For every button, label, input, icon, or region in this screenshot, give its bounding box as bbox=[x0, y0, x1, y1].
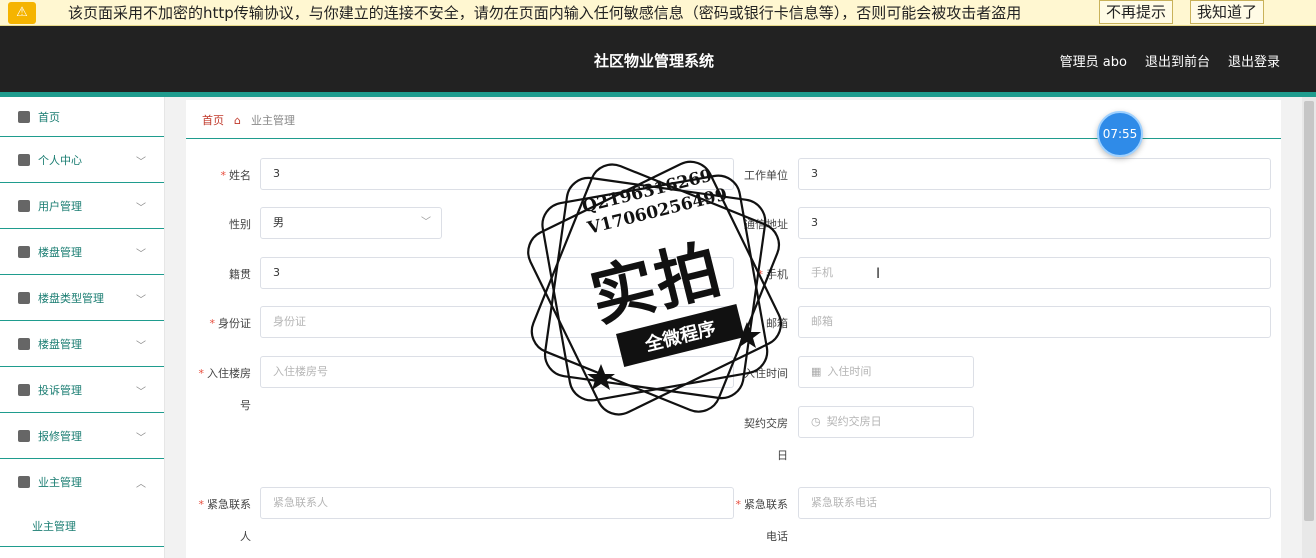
breadcrumb-current: 业主管理 bbox=[250, 114, 295, 127]
clock-icon: ◷ bbox=[811, 415, 821, 428]
sidebar-item-owner-management[interactable]: 业主管理 ︿ bbox=[0, 459, 164, 505]
no-remind-button[interactable]: 不再提示 bbox=[1099, 0, 1174, 24]
sidebar-item-label: 楼盘类型管理 bbox=[38, 291, 104, 305]
chevron-down-icon: ﹀ bbox=[136, 295, 146, 306]
delivery-date-label-cont: 日 bbox=[777, 449, 788, 462]
calendar-icon: ▦ bbox=[811, 365, 822, 378]
page-scrollbar[interactable] bbox=[1302, 97, 1316, 558]
address-input[interactable]: 3 bbox=[798, 207, 1271, 239]
name-label: * 姓名 bbox=[220, 169, 252, 182]
clock-badge[interactable]: 07:55 bbox=[1097, 111, 1143, 157]
room-number-label-cont: 号 bbox=[240, 399, 251, 412]
scrollbar-thumb[interactable] bbox=[1304, 101, 1314, 521]
security-warning-bar: ⚠ 该页面采用不加密的http传输协议，与你建立的连接不安全，请勿在页面内输入任… bbox=[0, 0, 1316, 26]
top-header: 社区物业管理系统 管理员 abo 退出到前台 退出登录 bbox=[0, 26, 1316, 92]
warning-text: 该页面采用不加密的http传输协议，与你建立的连接不安全，请勿在页面内输入任何敏… bbox=[68, 4, 1022, 22]
sidebar-item-label: 业主管理 bbox=[38, 476, 82, 489]
checkin-time-label: 入住时间 bbox=[744, 367, 788, 380]
room-number-input[interactable]: 入住楼房号 bbox=[260, 356, 734, 388]
sidebar-item-user-management[interactable]: 用户管理 ﹀ bbox=[0, 183, 164, 229]
emergency-phone-label: * 紧急联系 bbox=[735, 498, 789, 511]
emergency-contact-label-cont: 人 bbox=[240, 530, 251, 543]
clipboard-icon bbox=[18, 199, 30, 212]
emergency-phone-label-cont: 电话 bbox=[766, 530, 788, 543]
phone-placeholder: 手机 bbox=[811, 266, 833, 279]
email-label: 邮箱 bbox=[766, 317, 788, 330]
sidebar-item-label: 个人中心 bbox=[38, 153, 82, 167]
chevron-down-icon: ﹀ bbox=[136, 249, 146, 260]
chevron-down-icon: ﹀ bbox=[136, 157, 146, 168]
email-placeholder: 邮箱 bbox=[811, 315, 833, 328]
sidebar-item-repair-management[interactable]: 报修管理 ﹀ bbox=[0, 413, 164, 459]
home-icon: ⌂ bbox=[234, 113, 241, 127]
room-number-label: * 入住楼房 bbox=[198, 367, 252, 380]
got-it-button[interactable]: 我知道了 bbox=[1190, 0, 1265, 24]
work-unit-input[interactable]: 3 bbox=[798, 158, 1271, 190]
emergency-phone-placeholder: 紧急联系电话 bbox=[811, 496, 877, 509]
delivery-date-placeholder: 契约交房日 bbox=[826, 415, 882, 428]
sidebar-item-personal-center[interactable]: 个人中心 ﹀ bbox=[0, 137, 164, 183]
sidebar-item-label: 楼盘管理 bbox=[38, 337, 82, 351]
sidebar-item-label: 楼盘管理 bbox=[38, 245, 82, 259]
gender-selected-value: 男 bbox=[273, 216, 284, 229]
id-card-placeholder: 身份证 bbox=[273, 315, 306, 328]
sidebar-item-label: 首页 bbox=[38, 110, 60, 124]
chevron-down-icon: ﹀ bbox=[136, 433, 146, 444]
message-icon bbox=[18, 429, 30, 442]
grid-icon bbox=[18, 476, 30, 488]
work-unit-label: 工作单位 bbox=[744, 169, 788, 182]
chevron-down-icon: ﹀ bbox=[136, 341, 146, 352]
id-card-label: * 身份证 bbox=[209, 317, 252, 330]
chevron-up-icon: ︿ bbox=[136, 479, 146, 490]
site-title: 社区物业管理系统 bbox=[594, 52, 715, 70]
phone-label: * 手机 bbox=[757, 268, 789, 281]
home-icon bbox=[18, 110, 30, 123]
sidebar-subitem-owner-management[interactable]: 业主管理 bbox=[0, 505, 164, 547]
bar-chart-icon bbox=[18, 383, 30, 396]
exit-to-front-link[interactable]: 退出到前台 bbox=[1145, 51, 1210, 70]
book-icon bbox=[18, 291, 30, 304]
user-icon bbox=[18, 153, 30, 166]
emergency-contact-label: * 紧急联系 bbox=[198, 498, 252, 511]
sidebar-item-label: 投诉管理 bbox=[38, 383, 82, 397]
checkin-time-placeholder: 入住时间 bbox=[827, 365, 872, 378]
sidebar-item-building-management-2[interactable]: 楼盘管理 ﹀ bbox=[0, 321, 164, 367]
chevron-down-icon: ﹀ bbox=[421, 217, 431, 228]
sidebar-item-label: 报修管理 bbox=[38, 429, 82, 443]
breadcrumb-home[interactable]: 首页 bbox=[202, 112, 224, 128]
email-input[interactable]: 邮箱 bbox=[798, 306, 1271, 338]
delivery-date-label: 契约交房 bbox=[744, 417, 788, 430]
warning-icon: ⚠ bbox=[8, 1, 36, 24]
sidebar: 首页 个人中心 ﹀ 用户管理 ﹀ 楼盘管理 ﹀ 楼盘类型管理 ﹀ 楼盘管理 ﹀ … bbox=[0, 97, 165, 558]
clipboard-check-icon bbox=[18, 337, 30, 350]
logout-link[interactable]: 退出登录 bbox=[1228, 51, 1280, 70]
sidebar-item-home[interactable]: 首页 bbox=[0, 97, 164, 137]
emergency-contact-placeholder: 紧急联系人 bbox=[273, 496, 328, 509]
chevron-down-icon: ﹀ bbox=[136, 203, 146, 214]
gender-select[interactable]: 男 ﹀ bbox=[260, 207, 442, 239]
breadcrumb: 首页 ⌂ 业主管理 bbox=[202, 112, 295, 128]
sidebar-item-label: 用户管理 bbox=[38, 199, 82, 213]
briefcase-icon bbox=[18, 245, 30, 258]
sidebar-item-building-type-management[interactable]: 楼盘类型管理 ﹀ bbox=[0, 275, 164, 321]
sidebar-item-building-management[interactable]: 楼盘管理 ﹀ bbox=[0, 229, 164, 275]
chevron-down-icon: ﹀ bbox=[136, 387, 146, 398]
gender-label: 性别 bbox=[229, 218, 251, 231]
delivery-date-picker[interactable]: ◷ 契约交房日 bbox=[798, 406, 974, 438]
room-number-placeholder: 入住楼房号 bbox=[273, 365, 328, 378]
emergency-phone-input[interactable]: 紧急联系电话 bbox=[798, 487, 1271, 519]
sidebar-item-complaint-management[interactable]: 投诉管理 ﹀ bbox=[0, 367, 164, 413]
native-place-label: 籍贯 bbox=[229, 268, 251, 281]
emergency-contact-input[interactable]: 紧急联系人 bbox=[260, 487, 734, 519]
header-accent-line bbox=[0, 92, 1316, 97]
address-label: 通信地址 bbox=[744, 218, 788, 231]
checkin-time-picker[interactable]: ▦ 入住时间 bbox=[798, 356, 974, 388]
phone-input[interactable]: 手机 bbox=[798, 257, 1271, 289]
admin-user-label: 管理员 abo bbox=[1059, 55, 1127, 70]
text-cursor-icon: I bbox=[876, 266, 881, 282]
